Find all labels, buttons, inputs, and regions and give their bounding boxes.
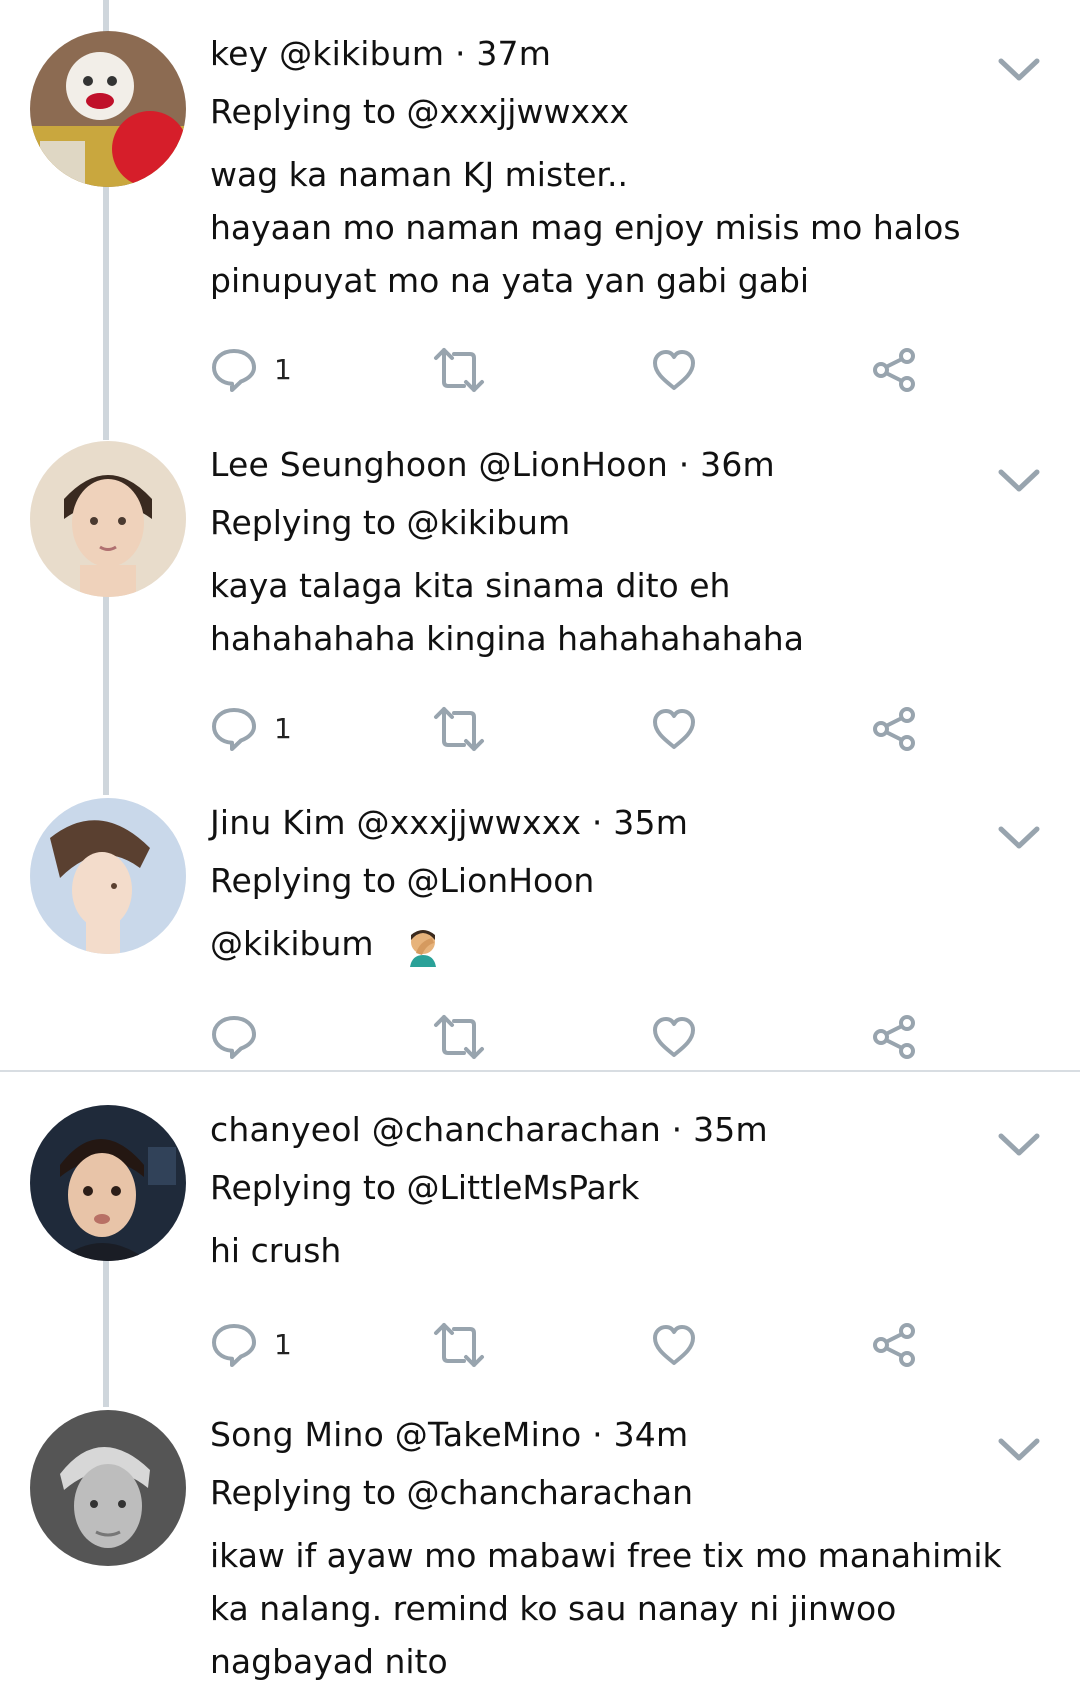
handle[interactable]: @TakeMino xyxy=(395,1415,582,1454)
tweet-header: Song Mino @TakeMino · 34m xyxy=(210,1415,1010,1455)
tweet-text-line: nagbayad nito xyxy=(210,1642,448,1681)
tweet-item[interactable]: Song Mino @TakeMino · 34m Replying to @c… xyxy=(0,0,1080,1688)
tweet-feed: key @kikibum · 37m Replying to @xxxjjwwx… xyxy=(0,0,1080,1688)
avatar[interactable] xyxy=(30,1410,186,1566)
tweet-text-line: ikaw if ayaw mo mabawi free tix mo manah… xyxy=(210,1536,1002,1575)
replying-to[interactable]: Replying to @chancharachan xyxy=(210,1473,1010,1513)
display-name[interactable]: Song Mino xyxy=(210,1415,384,1454)
tweet-text: ikaw if ayaw mo mabawi free tix mo manah… xyxy=(210,1529,1010,1688)
tweet-text-line: ka nalang. remind ko sau nanay ni jinwoo xyxy=(210,1589,897,1628)
separator: · xyxy=(592,1415,603,1454)
timestamp[interactable]: 34m xyxy=(614,1415,689,1454)
